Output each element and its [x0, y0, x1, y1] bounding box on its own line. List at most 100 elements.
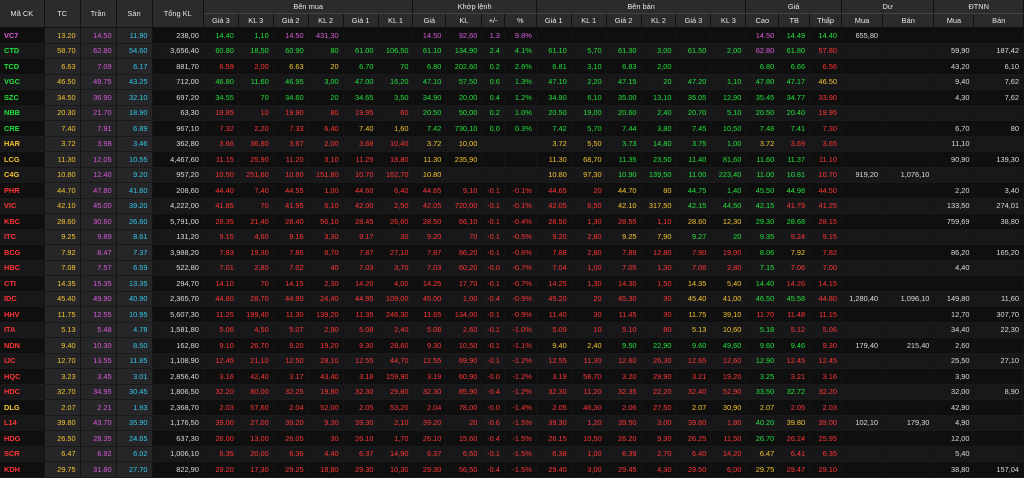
- floor-price-cell: 4.78: [116, 322, 153, 338]
- col-total-volume-header[interactable]: Tổng KL: [152, 0, 204, 28]
- sell-cell: 80: [641, 322, 677, 338]
- buy-cell: 19,80: [308, 384, 344, 400]
- ceiling-price-cell: 12.55: [80, 306, 117, 323]
- price-stat-cell: 28.68: [778, 213, 811, 230]
- buy-cell: 12.50: [273, 353, 309, 369]
- ceiling-price-cell: 12.40: [80, 167, 117, 183]
- table-row[interactable]: C4G 10.80 12.40 9.20 957,20 10.50 251,60 10.60 1…: [0, 167, 1024, 183]
- table-row[interactable]: HDG 26.50 28.35 24.65 637,30 26.00 13,00 26.05 3…: [0, 430, 1024, 447]
- reference-price-cell: 6.63: [44, 58, 81, 75]
- buy-cell: 13,00: [238, 430, 274, 447]
- table-row[interactable]: VIC 42.10 45.00 39.20 4,222,00 41.85 70 41.95 6,…: [0, 198, 1024, 214]
- sell-col-header[interactable]: KL 2: [641, 13, 677, 28]
- table-row[interactable]: L14 39.80 43.70 35.90 1,176,50 39.00 27,00 39.2…: [0, 415, 1024, 431]
- residual-cell: [882, 244, 935, 261]
- price-col-header[interactable]: TB: [778, 13, 811, 28]
- buy-cell: 6,40: [308, 120, 344, 137]
- buy-col-header[interactable]: KL 3: [238, 13, 274, 28]
- price-col-header[interactable]: Thấp: [809, 13, 842, 28]
- reference-price-cell: 58.70: [44, 43, 81, 59]
- sell-cell: 9.25: [606, 229, 642, 245]
- buy-col-header[interactable]: Giá 2: [273, 13, 309, 28]
- residual-col-header[interactable]: Mua: [841, 13, 884, 28]
- residual-cell: 179,30: [882, 415, 935, 431]
- residual-cell: [841, 430, 884, 447]
- sell-col-header[interactable]: KL 1: [571, 13, 607, 28]
- match-col-header[interactable]: +/-: [481, 13, 505, 28]
- table-row[interactable]: IJC 12.70 13.55 11.85 1,108,90 12.45 21,10 12.5…: [0, 353, 1024, 369]
- sell-cell: 10.90: [606, 167, 642, 183]
- table-row[interactable]: TCD 6.63 7.09 6.17 881,70 6.59 2,00 6.63 20 6.70 7…: [0, 58, 1024, 75]
- buy-cell: 3,30: [308, 229, 344, 245]
- buy-cell: 199,40: [238, 306, 274, 323]
- match-cell: 0.3%: [504, 120, 537, 137]
- table-row[interactable]: ITC 9.25 9.89 8.61 131,20 9.15 4,60 9.16 3,30 9.1…: [0, 229, 1024, 245]
- match-cell: 2.4: [481, 43, 505, 59]
- table-row[interactable]: HQC 3.23 3.45 3.01 2,856,40 3.16 42,40 3.17 43,4…: [0, 368, 1024, 385]
- buy-col-header[interactable]: Giá 3: [203, 13, 239, 28]
- buy-cell: 28.40: [273, 213, 309, 230]
- col-san-header[interactable]: Sàn: [116, 0, 153, 28]
- col-tran-header[interactable]: Trần: [80, 0, 117, 28]
- table-row[interactable]: CTI 14.35 15.35 13.35 294,70 14.10 70 14.15 2,30…: [0, 275, 1024, 292]
- residual-col-header[interactable]: Bán: [882, 13, 935, 28]
- sell-col-header[interactable]: Giá 2: [606, 13, 642, 28]
- foreign-col-header[interactable]: Mua: [933, 13, 975, 28]
- sell-col-header[interactable]: Giá 1: [536, 13, 572, 28]
- col-symbol-header[interactable]: Mã CK: [0, 0, 45, 28]
- sell-cell: 2,20: [571, 74, 607, 90]
- table-row[interactable]: KDH 29.75 31.80 27.70 822,90 29.20 17,30 29.25 1…: [0, 461, 1024, 478]
- buy-col-header[interactable]: KL 2: [308, 13, 344, 28]
- table-row[interactable]: SZC 34.50 36.90 32.10 697,20 34.55 70 34.60 20 34…: [0, 89, 1024, 106]
- match-col-header[interactable]: KL: [445, 13, 483, 28]
- ceiling-price-cell: 6.92: [80, 446, 117, 462]
- price-stat-cell: 28.15: [809, 213, 842, 230]
- table-row[interactable]: HBC 7.08 7.57 6.59 522,80 7.01 2,80 7.02 40 7.03 3…: [0, 260, 1024, 276]
- symbol-cell: ITA: [0, 322, 45, 338]
- table-row[interactable]: CRE 7.40 7.91 6.89 967,10 7.32 2,20 7.33 6,40 7.4…: [0, 120, 1024, 137]
- buy-col-header[interactable]: KL 1: [378, 13, 414, 28]
- table-row[interactable]: PHR 44.70 47.80 41.60 208,60 44.40 7,40 44.55 1,…: [0, 182, 1024, 199]
- foreign-col-header[interactable]: Bán: [973, 13, 1024, 28]
- buy-cell: 2,00: [238, 58, 274, 75]
- residual-cell: [882, 182, 935, 199]
- table-row[interactable]: DLG 2.07 2.21 1.93 2,368,70 2.03 57,60 2.04 52,0…: [0, 399, 1024, 416]
- table-row[interactable]: NDN 9.40 10.30 8.50 162,80 9.10 26,70 9.20 19,20…: [0, 337, 1024, 354]
- symbol-cell: CRE: [0, 120, 45, 137]
- table-row[interactable]: SCR 6.47 6.92 6.02 1,006,10 6.35 20,00 6.36 4,40…: [0, 446, 1024, 462]
- col-tc-header[interactable]: TC: [44, 0, 81, 28]
- table-row[interactable]: NBB 20.30 21.70 18.90 63,30 19.85 10 19.90 80 19.…: [0, 105, 1024, 121]
- price-stat-cell: 10.81: [778, 167, 811, 183]
- match-col-header[interactable]: Giá: [412, 13, 447, 28]
- foreign-cell: 12,70: [933, 306, 975, 323]
- sell-col-header[interactable]: KL 3: [710, 13, 747, 28]
- sell-col-header[interactable]: Giá 3: [675, 13, 712, 28]
- residual-cell: [841, 446, 884, 462]
- floor-price-cell: 7.37: [116, 244, 153, 261]
- table-row[interactable]: KBC 28.60 30.60 26.60 5,791,00 28.35 21,40 28.4…: [0, 213, 1024, 230]
- table-row[interactable]: CTD 58.70 62.80 54.60 3,656,40 60.80 18,50 60.9…: [0, 43, 1024, 59]
- table-row[interactable]: VGC 46.50 49.75 43.25 712,00 46.80 11,60 46.95 3…: [0, 74, 1024, 90]
- total-volume-cell: 208,60: [152, 182, 204, 199]
- buy-cell: 70: [238, 275, 274, 292]
- table-row[interactable]: BCG 7.92 8.47 7.37 3,988,20 7.83 19,30 7.86 8,70…: [0, 244, 1024, 261]
- table-row[interactable]: IDC 45.40 49.90 40.90 2,365,70 44.80 28,70 44.9…: [0, 291, 1024, 307]
- match-cell: 235,90: [445, 151, 483, 168]
- table-row[interactable]: HAR 3.72 3.98 3.46 362,80 3.66 36,80 3.67 2,00 3.…: [0, 136, 1024, 152]
- foreign-cell: 6,70: [933, 120, 975, 137]
- buy-cell: 26,60: [378, 213, 414, 230]
- table-row[interactable]: HHV 11.75 12.55 10.95 5,607,30 11.25 199,40 11.…: [0, 306, 1024, 323]
- foreign-cell: [933, 167, 975, 183]
- table-row[interactable]: VC7 13.20 14.50 11.90 238,00 14.40 1,10 14.50 43…: [0, 27, 1024, 44]
- table-row[interactable]: LCG 11.30 12.05 10.55 4,467,60 11.15 25,90 11.2…: [0, 151, 1024, 168]
- total-volume-cell: 362,80: [152, 136, 204, 152]
- buy-col-header[interactable]: Giá 1: [343, 13, 379, 28]
- foreign-cell: 11,60: [973, 291, 1024, 307]
- table-row[interactable]: HDC 32.70 34.95 30.45 1,806,50 32.20 80,00 32.2…: [0, 384, 1024, 400]
- table-row[interactable]: ITA 5.13 5.48 4.78 1,581,80 5.06 4,50 5.07 2,90 5…: [0, 322, 1024, 338]
- buy-cell: 7.03: [343, 260, 379, 276]
- match-col-header[interactable]: %: [504, 13, 537, 28]
- price-col-header[interactable]: Cao: [745, 13, 780, 28]
- buy-cell: 7.83: [203, 244, 239, 261]
- floor-price-cell: 3.01: [116, 368, 153, 385]
